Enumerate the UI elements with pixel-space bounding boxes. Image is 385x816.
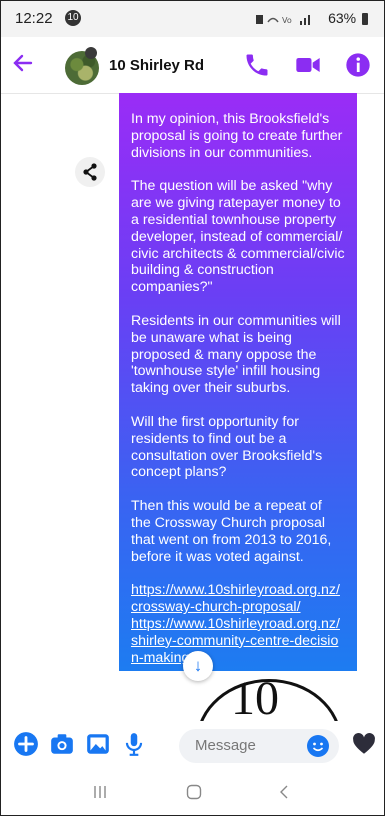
phone-screen: 12:22 10 Vo 63% 10 Shirley Rd In my opin… (0, 0, 385, 816)
composer-bar (1, 721, 384, 771)
image-text: 10 (231, 673, 279, 722)
message-paragraph: Residents in our communities will be una… (131, 312, 341, 397)
scroll-down-icon[interactable]: ↓ (183, 651, 213, 681)
info-icon[interactable] (344, 51, 372, 79)
message-link[interactable]: https://www.10shirleyroad.org.nz/crosswa… (131, 582, 345, 616)
message-paragraph: Will the first opportunity for residents… (131, 413, 323, 481)
notification-badge: 10 (65, 10, 81, 26)
header-actions (225, 51, 372, 79)
svg-text:Vo: Vo (282, 16, 292, 25)
emoji-icon[interactable] (307, 735, 329, 757)
avatar[interactable] (65, 47, 99, 85)
page-title[interactable]: 10 Shirley Rd (109, 57, 204, 74)
message-input-field[interactable] (179, 729, 339, 763)
recent-apps-icon[interactable] (91, 783, 109, 806)
gallery-icon[interactable] (85, 731, 111, 757)
image-message[interactable]: 10 (186, 673, 356, 721)
message-paragraph: Then this would be a repeat of the Cross… (131, 498, 332, 565)
home-icon[interactable] (185, 783, 203, 806)
message-input[interactable] (193, 736, 307, 755)
system-nav-bar (1, 771, 384, 815)
status-bar: 12:22 10 Vo 63% (1, 1, 384, 37)
status-indicators: Vo 63% (254, 10, 370, 26)
signal-icons: Vo (256, 15, 311, 26)
message-bubble[interactable]: In my opinion, this Brooksfield's propos… (119, 93, 357, 671)
back-arrow-icon[interactable] (11, 51, 35, 75)
heart-icon[interactable] (351, 731, 377, 757)
camera-icon[interactable] (49, 731, 75, 757)
battery-percent: 63% (328, 10, 357, 26)
phone-icon[interactable] (243, 51, 271, 79)
status-time: 12:22 (15, 10, 53, 27)
chat-header: 10 Shirley Rd (1, 37, 384, 94)
message-link[interactable]: https://www.10shirleyroad.org.nz/shirley… (131, 616, 345, 666)
message-paragraph: In my opinion, this Brooksfield's propos… (131, 111, 343, 161)
battery-icon (362, 13, 368, 26)
avatar-badge (85, 47, 97, 59)
share-icon[interactable] (75, 157, 105, 187)
microphone-icon[interactable] (121, 731, 147, 757)
back-nav-icon[interactable] (275, 783, 293, 806)
plus-icon[interactable] (13, 731, 39, 757)
message-paragraph: The question will be asked "why are we g… (131, 178, 345, 296)
video-icon[interactable] (294, 51, 322, 79)
